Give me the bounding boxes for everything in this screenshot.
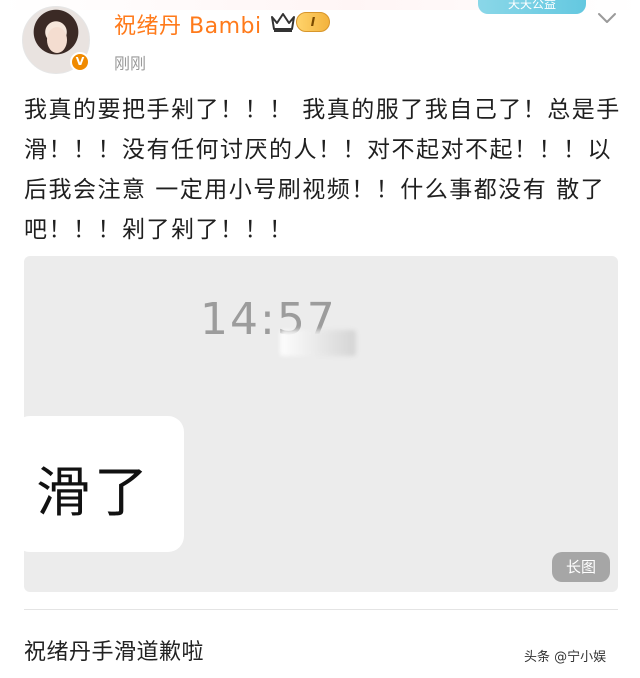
username[interactable]: 祝绪丹 Bambi: [114, 8, 262, 40]
chevron-down-icon[interactable]: [596, 10, 618, 26]
post-timestamp: 刚刚: [114, 54, 147, 73]
article-headline: 祝绪丹手滑道歉啦: [24, 640, 205, 665]
chat-bubble: 滑了: [24, 416, 184, 552]
vip-level-badge: I: [296, 12, 330, 32]
watermark: 头条 @宁小娱: [524, 650, 607, 665]
verified-icon: V: [70, 52, 90, 72]
long-image-tag[interactable]: 长图: [552, 552, 610, 582]
crown-icon: [271, 13, 295, 32]
blurred-region: [280, 330, 356, 356]
avatar-face: [47, 27, 67, 53]
post-image[interactable]: 14:57 滑了 长图: [24, 256, 618, 592]
post-body-text: 我真的要把手剁了！！！ 我真的服了我自己了！总是手滑！！！没有任何讨厌的人！！对…: [24, 97, 621, 243]
divider: [24, 609, 618, 610]
chat-bubble-text: 滑了: [36, 461, 152, 524]
charity-banner-badge[interactable]: 天天公益: [478, 0, 586, 14]
